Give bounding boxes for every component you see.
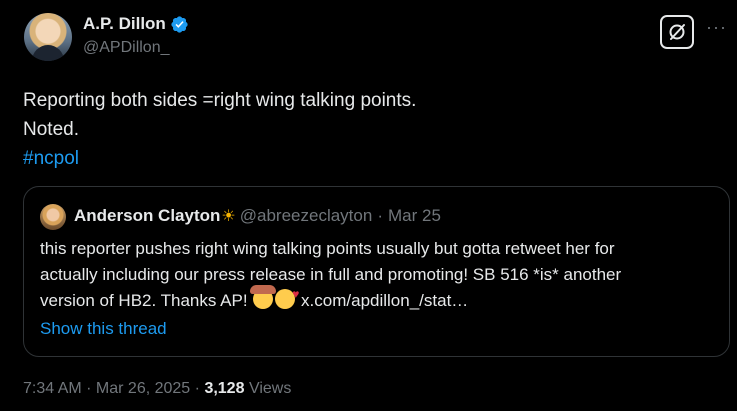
cowboy-emoji-icon	[250, 285, 277, 309]
quote-author-avatar[interactable]	[40, 204, 66, 230]
quote-body-line: actually including our press release in …	[40, 265, 622, 284]
quoted-tweet[interactable]: Anderson Clayton ☀ @abreezeclayton · Mar…	[23, 186, 730, 357]
tweet-text: Reporting both sides =right wing talking…	[23, 86, 416, 173]
quote-body-line-last: version of HB2. Thanks AP! x.com/apdillo…	[40, 284, 621, 314]
verified-badge-icon[interactable]	[170, 15, 189, 34]
quote-author-handle[interactable]: @abreezeclayton	[240, 206, 373, 226]
timestamp[interactable]: 7:34 AM · Mar 26, 2025 ·	[23, 380, 200, 397]
more-options-icon[interactable]: ···	[706, 17, 727, 38]
quote-author-name[interactable]: Anderson Clayton	[74, 206, 220, 226]
quote-header: Anderson Clayton ☀ @abreezeclayton · Mar…	[74, 206, 441, 226]
tweet-meta: 7:34 AM · Mar 26, 2025 · 3,128 Views	[23, 380, 291, 398]
tweet-text-line: Reporting both sides =right wing talking…	[23, 90, 417, 111]
sun-emoji-icon: ☀	[221, 208, 236, 225]
views-label: Views	[248, 380, 292, 397]
grok-button[interactable]	[660, 15, 694, 49]
avatar-figure	[32, 45, 64, 61]
author-handle[interactable]: @APDillon_	[83, 39, 170, 57]
quote-body-line: this reporter pushes right wing talking …	[40, 239, 615, 258]
author-name-row[interactable]: A.P. Dillon	[83, 14, 189, 34]
hashtag-link[interactable]: #ncpol	[23, 144, 416, 173]
views-count[interactable]: 3,128	[204, 380, 244, 397]
grok-icon	[669, 24, 685, 40]
smiling-hearts-emoji-icon	[275, 284, 299, 309]
separator-dot: ·	[377, 206, 383, 225]
quote-body: this reporter pushes right wing talking …	[40, 236, 621, 314]
show-thread-link[interactable]: Show this thread	[40, 319, 167, 339]
quote-link[interactable]: x.com/apdillon_/stat…	[301, 291, 468, 310]
author-avatar[interactable]	[24, 13, 72, 61]
author-name[interactable]: A.P. Dillon	[83, 14, 166, 34]
tweet-text-line: Noted.	[23, 119, 79, 140]
quote-body-text: version of HB2. Thanks AP!	[40, 291, 248, 310]
quote-date[interactable]: Mar 25	[388, 206, 441, 226]
